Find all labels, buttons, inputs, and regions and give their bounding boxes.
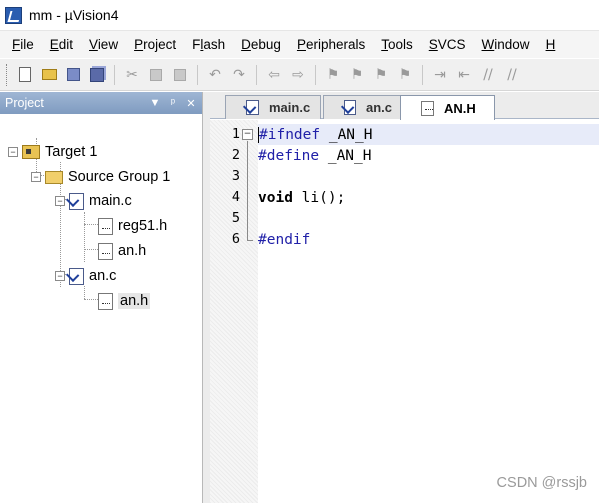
tree-item-label: an.h: [118, 243, 147, 259]
uvision-icon: [5, 6, 22, 24]
editor-tabstrip: main.c an.c AN.H: [210, 92, 599, 120]
nav-forward-icon[interactable]: ⇨: [287, 64, 309, 86]
code-editor[interactable]: #ifndef _AN_H #define _AN_H void li(); #…: [258, 120, 599, 503]
indent-icon[interactable]: ⇥: [429, 64, 451, 86]
pin-icon[interactable]: ᵖ: [166, 97, 180, 109]
tree-item-target[interactable]: − Target 1: [8, 140, 97, 164]
uncomment-icon[interactable]: //: [501, 64, 523, 86]
code-line: #define _AN_H: [258, 147, 372, 164]
tree-item-label: Target 1: [45, 144, 98, 160]
nav-back-icon[interactable]: ⇦: [263, 64, 285, 86]
line-number: 4: [231, 189, 240, 205]
tree-item-label: reg51.h: [118, 218, 168, 234]
comment-icon[interactable]: //: [477, 64, 499, 86]
toolbar-separator: [114, 64, 115, 85]
tree-item-reg51-h[interactable]: reg51.h: [98, 214, 167, 238]
header-file-icon: [98, 242, 113, 260]
tree-item-an-h[interactable]: an.h: [98, 239, 146, 263]
menu-edit[interactable]: Edit: [42, 37, 81, 52]
line-number: 3: [231, 168, 240, 184]
new-file-icon[interactable]: [14, 64, 36, 86]
menu-flash[interactable]: Flash: [184, 37, 233, 52]
project-panel: Project ▼ ᵖ ✕ − Target 1 − Source Group …: [0, 92, 203, 503]
folder-icon: [45, 170, 63, 184]
unindent-icon[interactable]: ⇤: [453, 64, 475, 86]
menu-bar: File Edit View Project Flash Debug Perip…: [0, 30, 599, 58]
window-title: mm - µVision4: [29, 7, 119, 23]
menu-tools[interactable]: Tools: [373, 37, 421, 52]
project-panel-title: Project: [5, 96, 44, 110]
collapse-icon[interactable]: −: [55, 196, 65, 206]
cut-icon[interactable]: ✂: [121, 64, 143, 86]
tree-item-an-h-selected[interactable]: an.h: [98, 289, 151, 313]
menu-debug[interactable]: Debug: [233, 37, 289, 52]
menu-peripherals[interactable]: Peripherals: [289, 37, 373, 52]
tab-an-c[interactable]: an.c: [323, 95, 401, 119]
copy-icon[interactable]: [145, 64, 167, 86]
paste-icon[interactable]: [169, 64, 191, 86]
toolbar-grip[interactable]: [6, 63, 9, 86]
tree-item-label: Source Group 1: [68, 169, 171, 185]
watermark: CSDN @rssjb: [496, 475, 587, 491]
toolbar-separator: [315, 64, 316, 85]
project-tree: − Target 1 − Source Group 1 − main.c reg…: [0, 114, 202, 310]
line-number: 6: [231, 231, 240, 247]
header-file-icon: [98, 292, 113, 310]
bookmark-clear-icon[interactable]: ⚑: [394, 64, 416, 86]
menu-project[interactable]: Project: [126, 37, 184, 52]
c-file-icon: [69, 267, 84, 285]
panel-splitter[interactable]: [203, 92, 210, 503]
open-folder-icon[interactable]: [38, 64, 60, 86]
tree-item-source-group[interactable]: − Source Group 1: [31, 165, 170, 189]
collapse-icon[interactable]: −: [55, 271, 65, 281]
close-icon[interactable]: ✕: [184, 97, 198, 110]
undo-icon[interactable]: ↶: [204, 64, 226, 86]
target-icon: [22, 145, 40, 159]
code-line: void li();: [258, 189, 346, 206]
menu-window[interactable]: Window: [474, 37, 538, 52]
bookmark-prev-icon[interactable]: ⚑: [346, 64, 368, 86]
code-line: #endif: [258, 231, 311, 248]
save-all-icon[interactable]: [86, 64, 108, 86]
menu-svcs[interactable]: SVCS: [421, 37, 474, 52]
bookmark-toggle-icon[interactable]: ⚑: [322, 64, 344, 86]
code-line: #ifndef _AN_H: [258, 124, 599, 145]
title-bar: mm - µVision4: [0, 0, 599, 30]
menu-help[interactable]: H: [538, 37, 564, 52]
line-number: 5: [231, 210, 240, 226]
line-number: 1: [231, 126, 240, 142]
tree-item-main-c[interactable]: − main.c: [55, 189, 132, 213]
toolbar-separator: [197, 64, 198, 85]
fold-toggle-icon[interactable]: −: [242, 129, 253, 140]
tree-item-label: main.c: [89, 193, 132, 209]
tree-item-label: an.h: [118, 293, 151, 309]
toolbar-separator: [256, 64, 257, 85]
project-panel-header: Project ▼ ᵖ ✕: [0, 92, 202, 114]
toolbar-separator: [422, 64, 423, 85]
tree-item-an-c[interactable]: − an.c: [55, 264, 116, 288]
c-file-icon: [69, 192, 84, 210]
bookmark-next-icon[interactable]: ⚑: [370, 64, 392, 86]
collapse-icon[interactable]: −: [31, 172, 41, 182]
toolbar: ✂ ↶ ↷ ⇦ ⇨ ⚑ ⚑ ⚑ ⚑ ⇥ ⇤ // //: [0, 59, 599, 91]
c-file-icon: [246, 100, 259, 115]
tab-main-c[interactable]: main.c: [225, 95, 321, 119]
redo-icon[interactable]: ↷: [228, 64, 250, 86]
header-file-icon: [421, 100, 434, 116]
tree-item-label: an.c: [89, 268, 117, 284]
menu-view[interactable]: View: [81, 37, 126, 52]
menu-file[interactable]: File: [0, 37, 42, 52]
line-number: 2: [231, 147, 240, 163]
panel-dropdown-icon[interactable]: ▼: [148, 97, 162, 109]
save-icon[interactable]: [62, 64, 84, 86]
header-file-icon: [98, 217, 113, 235]
c-file-icon: [344, 100, 356, 115]
collapse-icon[interactable]: −: [8, 147, 18, 157]
tab-an-h[interactable]: AN.H: [400, 95, 495, 120]
